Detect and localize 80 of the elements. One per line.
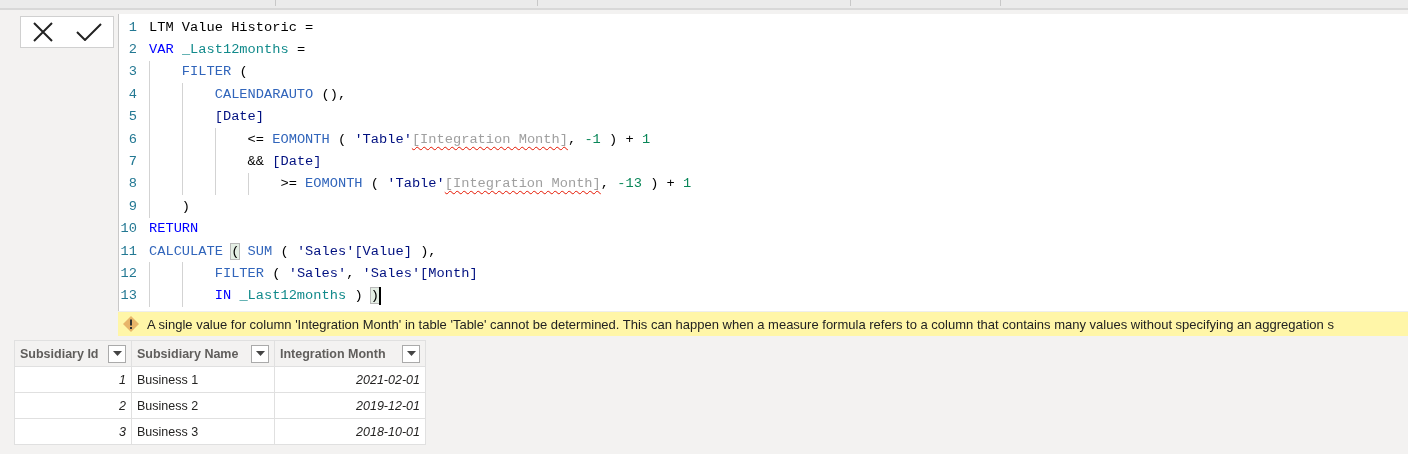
matched-bracket: ( xyxy=(231,243,240,259)
code-text: , xyxy=(600,176,610,192)
code-text: ) xyxy=(354,288,363,304)
table-cell: Business 1 xyxy=(131,366,275,393)
table-cell: 2021-02-01 xyxy=(274,366,426,393)
error-code-text: [Integration Month] xyxy=(411,131,568,147)
table-cell: 1 xyxy=(14,366,132,393)
code-text: 1 xyxy=(641,131,651,147)
code-text: = xyxy=(296,42,306,58)
code-text: 1 xyxy=(683,176,692,192)
table-cell: 2019-12-01 xyxy=(274,392,426,419)
code-text: [Date] xyxy=(214,109,264,125)
line-number: 2 xyxy=(127,42,137,58)
code-text: ( xyxy=(239,64,248,80)
code-text: CALENDARAUTO xyxy=(214,86,314,102)
code-text: [Date] xyxy=(272,154,322,170)
code-text: _Last12months xyxy=(239,288,347,304)
code-text: 'Table' xyxy=(354,131,412,147)
code-text: ( xyxy=(337,131,347,147)
code-text: LTM Value Historic = xyxy=(149,19,314,35)
warning-message: A single value for column 'Integration Month' in table 'Table' cannot be determined. This can happen when a measure formula refers to a column that contains many values without specifying an aggregation s xyxy=(147,316,1334,332)
dropdown-icon xyxy=(112,351,122,356)
checkmark-icon[interactable] xyxy=(76,23,102,41)
warning-icon xyxy=(122,315,140,333)
code-text: 'Sales'[Value] xyxy=(296,243,412,259)
line-number: 5 xyxy=(127,109,137,125)
close-icon[interactable] xyxy=(32,21,54,43)
code-text: <= xyxy=(247,131,264,147)
code-text: _Last12months xyxy=(181,42,289,58)
line-number: 7 xyxy=(127,154,137,170)
table-cell: Business 3 xyxy=(131,418,275,445)
line-number: 11 xyxy=(119,243,137,259)
code-text: FILTER xyxy=(214,266,264,281)
line-number: 10 xyxy=(119,221,137,237)
code-text: (), xyxy=(321,86,347,102)
code-text: ), xyxy=(420,243,437,259)
line-number: 13 xyxy=(119,288,137,304)
code-text: ( xyxy=(370,176,379,192)
code-text: ) + xyxy=(650,176,675,192)
code-text: , xyxy=(567,131,577,147)
column-filter-button[interactable] xyxy=(402,344,420,363)
line-number: 12 xyxy=(119,266,137,281)
code-text: >= xyxy=(280,176,297,192)
code-text: SUM xyxy=(247,243,273,259)
code-text: IN xyxy=(214,288,232,304)
code-text: , xyxy=(346,266,355,281)
error-code-text: [Integration Month] xyxy=(444,176,601,192)
code-text: FILTER xyxy=(181,64,232,80)
code-text: -13 xyxy=(617,176,642,192)
table-cell: 3 xyxy=(14,418,132,445)
code-text: && xyxy=(247,154,264,170)
code-text: ) + xyxy=(609,131,634,147)
column-filter-button[interactable] xyxy=(251,344,269,363)
dropdown-icon xyxy=(406,351,416,356)
table-cell: 2018-10-01 xyxy=(274,418,426,445)
line-number: 3 xyxy=(127,64,137,80)
code-text: -1 xyxy=(584,131,601,147)
line-number: 6 xyxy=(127,131,137,147)
code-text: ( xyxy=(280,243,289,259)
matched-bracket: ) xyxy=(370,288,380,304)
line-number: 4 xyxy=(127,86,137,102)
code-text: CALCULATE xyxy=(149,243,223,259)
line-number: 9 xyxy=(127,198,137,214)
column-header: Integration Month xyxy=(274,340,426,367)
code-text: 'Table' xyxy=(387,176,445,192)
code-text: ) xyxy=(181,198,191,214)
code-text: EOMONTH xyxy=(272,131,330,147)
column-filter-button[interactable] xyxy=(108,344,126,363)
table-cell: Business 2 xyxy=(131,392,275,419)
code-text: EOMONTH xyxy=(305,176,363,192)
dropdown-icon xyxy=(255,351,265,356)
line-number: 8 xyxy=(127,176,137,192)
code-text: VAR xyxy=(149,42,174,58)
code-text: ( xyxy=(272,266,281,281)
line-number: 1 xyxy=(127,19,137,35)
table-cell: 2 xyxy=(14,392,132,419)
code-text: RETURN xyxy=(149,221,199,237)
code-text: 'Sales'[Month] xyxy=(362,266,478,281)
code-text: 'Sales' xyxy=(288,266,347,281)
column-header: Subsidiary Id xyxy=(14,340,132,367)
